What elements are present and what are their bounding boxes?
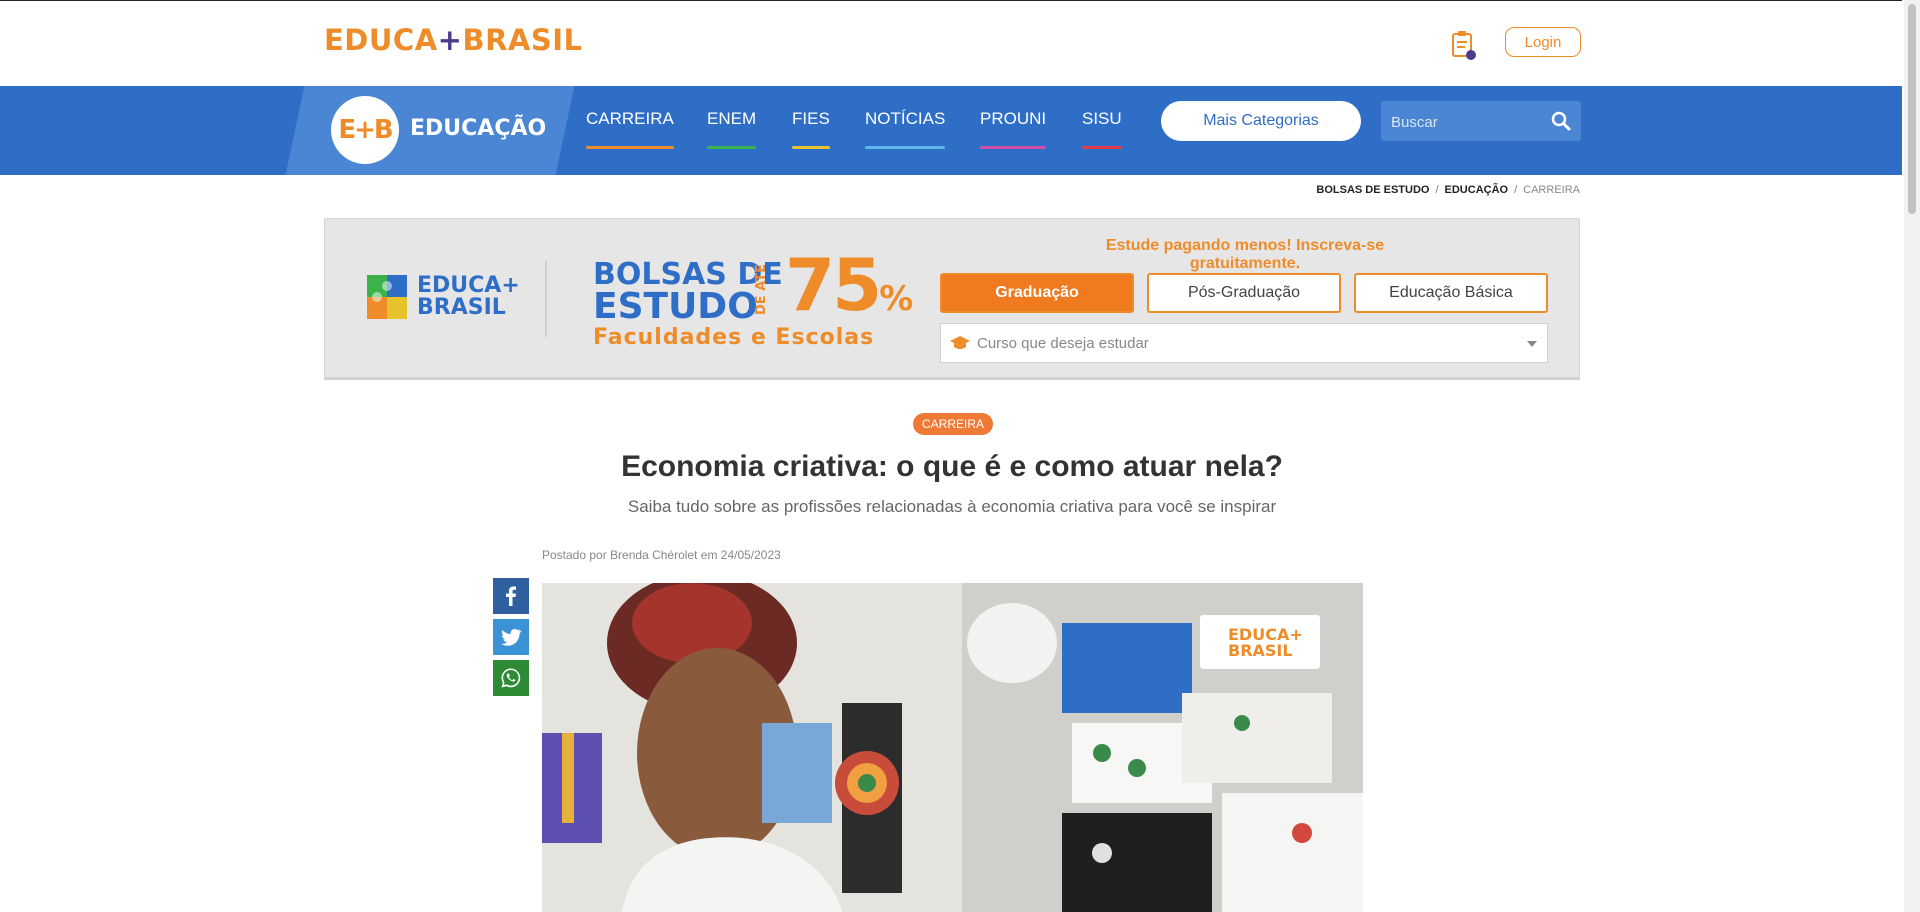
hero-watermark-logo: EDUCA+ BRASIL: [1200, 615, 1320, 669]
login-button[interactable]: Login: [1505, 27, 1581, 57]
course-select-placeholder: Curso que deseja estudar: [977, 335, 1149, 352]
main-nav: E+B EDUCAÇÃO CARREIRA ENEM FIES NOTÍCIAS…: [0, 86, 1902, 175]
banner-percentage: 75%: [785, 249, 913, 335]
breadcrumb: BOLSAS DE ESTUDO / EDUCAÇÃO / CARREIRA: [1316, 184, 1580, 196]
course-select[interactable]: Curso que deseja estudar: [940, 323, 1548, 363]
nav-link-label: PROUNI: [980, 109, 1047, 128]
article-title: Economia criativa: o que é e como atuar …: [621, 450, 1283, 483]
clipboard-notification-icon[interactable]: [1450, 29, 1478, 61]
share-twitter-button[interactable]: [493, 619, 529, 655]
nav-link-prouni[interactable]: PROUNI: [980, 109, 1047, 149]
article-subtitle: Saiba tudo sobre as profissões relaciona…: [627, 497, 1277, 516]
nav-underline: [707, 146, 757, 149]
whatsapp-icon: [501, 668, 521, 688]
puzzle-logo-icon: [367, 275, 407, 319]
nav-link-carreira[interactable]: CARREIRA: [586, 109, 674, 149]
logo-text: EDUCA+ BRASIL: [417, 275, 520, 319]
section-title[interactable]: EDUCAÇÃO: [410, 116, 546, 141]
tab-pos-graduacao[interactable]: Pós-Graduação: [1147, 273, 1341, 313]
category-tag[interactable]: CARREIRA: [913, 413, 993, 435]
percentage-sign: %: [879, 279, 914, 319]
top-header: EDUCA+BRASIL Login: [0, 0, 1902, 87]
nav-link-label: SISU: [1082, 109, 1122, 128]
nav-underline: [865, 146, 946, 149]
breadcrumb-item-carreira: CARREIRA: [1523, 184, 1580, 196]
nav-link-enem[interactable]: ENEM: [707, 109, 757, 149]
scholarship-banner: EDUCA+ BRASIL BOLSAS DE ESTUDO DE ATÉ 75…: [324, 218, 1580, 380]
nav-link-label: NOTÍCIAS: [865, 109, 946, 128]
nav-link-fies[interactable]: FIES: [792, 109, 830, 149]
nav-underline: [1082, 146, 1122, 149]
article-byline: Postado por Brenda Chérolet em 24/05/202…: [542, 548, 781, 562]
logo-text-educa: EDUCA: [324, 23, 438, 57]
logo-text-brasil: BRASIL: [462, 23, 583, 57]
percentage-value: 75: [785, 243, 882, 327]
breadcrumb-item-bolsas[interactable]: BOLSAS DE ESTUDO: [1316, 184, 1429, 196]
logo-plus: +: [437, 23, 463, 57]
nav-link-label: ENEM: [707, 109, 757, 128]
watermark-line-brasil: BRASIL: [1228, 641, 1293, 660]
share-facebook-button[interactable]: [493, 578, 529, 614]
section-badge[interactable]: E+B: [331, 96, 399, 164]
nav-underline: [792, 146, 830, 149]
nav-link-sisu[interactable]: SISU: [1082, 109, 1122, 149]
breadcrumb-separator: /: [1435, 184, 1439, 196]
search-icon[interactable]: [1551, 111, 1571, 131]
educa-brasil-logo: EDUCA+ BRASIL: [365, 271, 520, 327]
article-hero-image: EDUCA+ BRASIL: [542, 583, 1363, 912]
nav-underline: [980, 146, 1047, 149]
search-box: [1381, 101, 1581, 143]
chevron-down-icon: [1527, 341, 1537, 347]
nav-underline: [586, 146, 674, 149]
breadcrumb-item-educacao[interactable]: EDUCAÇÃO: [1445, 184, 1509, 196]
search-input[interactable]: [1389, 101, 1543, 143]
banner-subtitle: Faculdades e Escolas: [593, 325, 875, 350]
share-whatsapp-button[interactable]: [493, 660, 529, 696]
more-categories-button[interactable]: Mais Categorias: [1161, 101, 1361, 141]
site-logo[interactable]: EDUCA+BRASIL: [324, 23, 583, 57]
facebook-icon: [506, 586, 516, 606]
breadcrumb-separator: /: [1514, 184, 1518, 196]
scrollbar-thumb[interactable]: [1908, 4, 1916, 214]
logo-line-brasil: BRASIL: [417, 295, 506, 320]
graduation-cap-icon: [950, 336, 970, 349]
logo-line-educa: EDUCA+: [417, 273, 520, 298]
banner-divider: [545, 261, 547, 337]
tab-educacao-basica[interactable]: Educação Básica: [1354, 273, 1548, 313]
nav-link-label: FIES: [792, 109, 830, 128]
twitter-icon: [501, 628, 522, 646]
banner-de-ate: DE ATÉ: [754, 264, 769, 315]
tab-graduacao[interactable]: Graduação: [940, 273, 1134, 313]
nav-link-label: CARREIRA: [586, 109, 674, 128]
banner-cta: Estude pagando menos! Inscreva-se gratui…: [1105, 237, 1385, 272]
nav-link-noticias[interactable]: NOTÍCIAS: [865, 109, 946, 149]
